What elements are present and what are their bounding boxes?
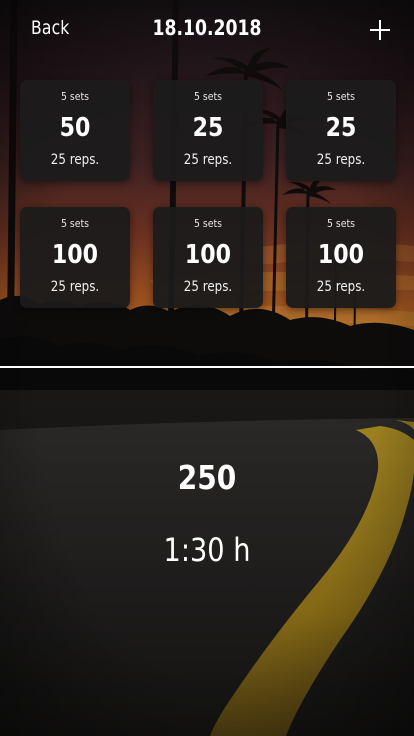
page-title-date: 18.10.2018 [152, 16, 262, 40]
card-sets: 5 sets [193, 90, 223, 103]
card-weight: 100 [51, 240, 99, 270]
exercise-card[interactable]: 5 sets 100 25 reps. [153, 207, 263, 308]
card-reps: 25 reps. [50, 152, 100, 168]
card-weight: 100 [317, 240, 365, 270]
plus-icon[interactable] [370, 20, 390, 40]
card-reps: 25 reps. [316, 152, 366, 168]
card-weight: 100 [184, 240, 232, 270]
card-sets: 5 sets [326, 217, 356, 230]
total-weight: 250 [177, 458, 237, 497]
card-reps: 25 reps. [183, 279, 233, 295]
card-reps: 25 reps. [183, 152, 233, 168]
workout-duration: 1:30 h [163, 531, 251, 569]
card-sets: 5 sets [193, 217, 223, 230]
exercise-card[interactable]: 5 sets 100 25 reps. [286, 207, 396, 308]
card-reps: 25 reps. [50, 279, 100, 295]
exercise-card[interactable]: 5 sets 50 25 reps. [20, 80, 130, 181]
card-sets: 5 sets [326, 90, 356, 103]
card-sets: 5 sets [60, 90, 90, 103]
card-sets: 5 sets [60, 217, 90, 230]
card-reps: 25 reps. [316, 279, 366, 295]
exercise-card[interactable]: 5 sets 100 25 reps. [20, 207, 130, 308]
divider-line [0, 366, 414, 368]
top-bar: Back 18.10.2018 [0, 0, 414, 60]
exercise-card[interactable]: 5 sets 25 25 reps. [286, 80, 396, 181]
card-weight: 25 [325, 113, 357, 143]
card-weight: 25 [192, 113, 224, 143]
card-weight: 50 [59, 113, 91, 143]
exercise-card[interactable]: 5 sets 25 25 reps. [153, 80, 263, 181]
